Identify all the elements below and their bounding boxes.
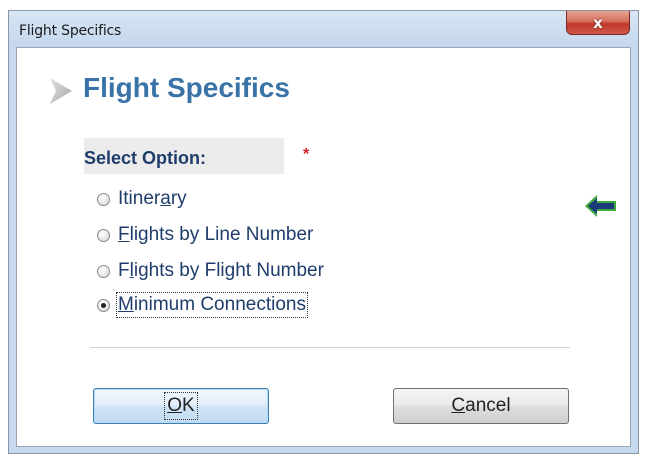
radio-button[interactable] (97, 228, 110, 242)
close-icon: x (593, 13, 603, 32)
ok-button-label: OK (164, 392, 198, 420)
option-label: Flights by Line Number (118, 224, 314, 245)
select-option-label: Select Option: (84, 148, 207, 168)
option-label: Itinerary (118, 188, 187, 209)
radio-button[interactable] (97, 192, 110, 206)
select-option-label-box: Select Option: (84, 138, 284, 174)
radio-option-itinerary[interactable]: Itinerary (97, 186, 187, 212)
option-label: Flights by Flight Number (118, 260, 324, 281)
window-title: Flight Specifics (19, 23, 122, 39)
flight-specifics-dialog: Flight Specifics x Flight Specifics Sele… (8, 10, 639, 454)
radio-option-flights-by-line-number[interactable]: Flights by Line Number (97, 222, 313, 248)
required-marker: * (303, 146, 310, 163)
radio-button-selected[interactable] (97, 298, 110, 312)
close-button[interactable]: x (566, 11, 630, 35)
title-bar[interactable]: Flight Specifics x (9, 11, 638, 47)
page-title: Flight Specifics (83, 72, 290, 103)
divider (90, 347, 570, 348)
dialog-content: Flight Specifics Select Option: * Itiner… (16, 47, 631, 447)
arrow-left-icon[interactable] (584, 194, 618, 218)
chevron-right-icon (50, 78, 72, 104)
cancel-button-label: Cancel (451, 395, 511, 416)
radio-option-minimum-connections[interactable]: Minimum Connections (97, 292, 308, 318)
radio-option-flights-by-flight-number[interactable]: Flights by Flight Number (97, 258, 324, 284)
option-label: Minimum Connections (116, 292, 308, 318)
radio-button[interactable] (97, 264, 110, 278)
ok-button[interactable]: OK (93, 388, 269, 424)
cancel-button[interactable]: Cancel (393, 388, 569, 424)
